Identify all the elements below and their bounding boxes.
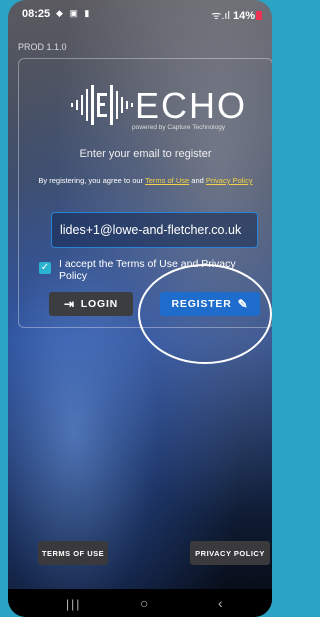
notification-icons: ◆ ▣ ▮: [56, 8, 92, 18]
login-label: LOGIN: [80, 298, 119, 310]
system-nav-bar: ||| ○ ‹: [8, 589, 272, 617]
status-time: 08:25: [22, 8, 51, 20]
agreement-text: By registering, you agree to our Terms o…: [33, 176, 258, 186]
accept-terms-checkbox[interactable]: ✓: [39, 262, 51, 274]
login-button[interactable]: ⇥ LOGIN: [49, 292, 133, 316]
terms-of-use-link[interactable]: Terms of Use: [145, 176, 189, 185]
signal-icon: ᯤ.ıl: [211, 10, 230, 22]
battery-icon: [256, 11, 262, 20]
terms-of-use-label: TERMS OF USE: [41, 548, 105, 558]
phone-screen: 08:25 ◆ ▣ ▮ ᯤ.ıl 14% PROD 1.1.0 ECHO pow…: [8, 0, 272, 617]
powered-by: powered by Capture Technology: [132, 124, 226, 131]
home-icon[interactable]: ○: [140, 595, 148, 611]
terms-of-use-button[interactable]: TERMS OF USE: [38, 541, 108, 565]
recent-apps-icon[interactable]: |||: [66, 597, 81, 611]
status-bar: 08:25 ◆ ▣ ▮ ᯤ.ıl 14%: [8, 0, 272, 28]
echo-wordmark: ECHO: [135, 85, 248, 126]
soundwave-logo-icon: [71, 85, 133, 125]
register-subtitle: Enter your email to register: [79, 148, 212, 160]
login-icon: ⇥: [63, 297, 75, 311]
back-icon[interactable]: ‹: [218, 595, 223, 611]
email-input[interactable]: [51, 212, 258, 248]
privacy-policy-label: PRIVACY POLICY: [195, 548, 265, 558]
agreement-prefix: By registering, you agree to our: [38, 176, 146, 185]
check-icon: ✓: [40, 262, 50, 273]
privacy-policy-button[interactable]: PRIVACY POLICY: [190, 541, 270, 565]
status-right: ᯤ.ıl 14%: [211, 8, 262, 23]
highlight-ring: [138, 264, 272, 364]
build-label: PROD 1.1.0: [18, 42, 67, 52]
battery-percent: 14%: [232, 10, 255, 22]
privacy-policy-link[interactable]: Privacy Policy: [206, 176, 253, 185]
agreement-middle: and: [189, 176, 206, 185]
